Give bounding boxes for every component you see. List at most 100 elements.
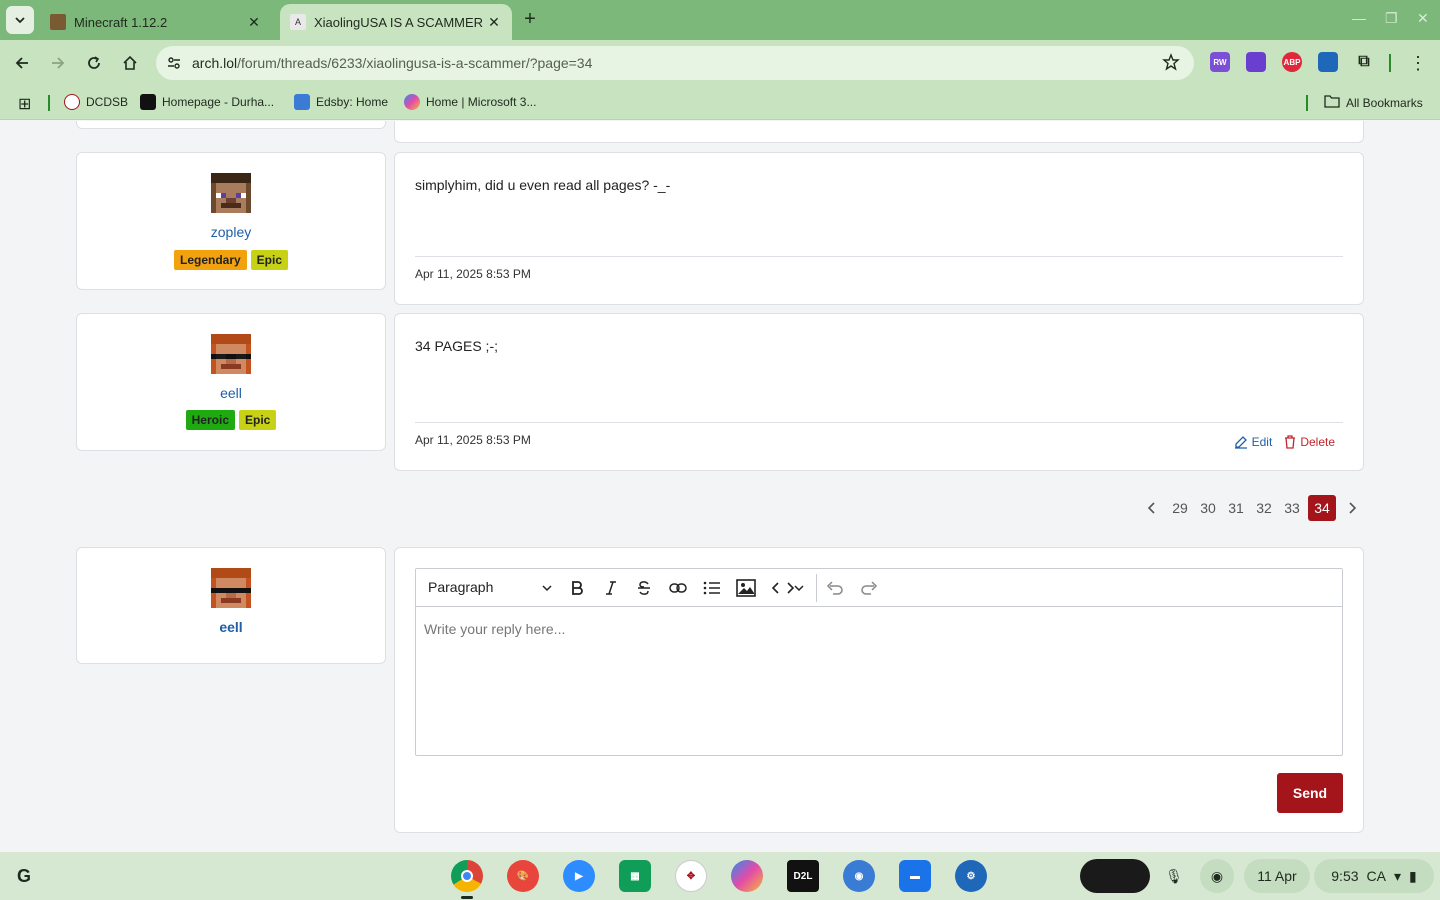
- extension-adblock-icon[interactable]: ABP: [1282, 52, 1302, 72]
- rank-badge: Epic: [250, 250, 289, 270]
- post-actions: Edit Delete: [1234, 435, 1335, 449]
- close-icon[interactable]: ✕: [246, 14, 262, 31]
- username-link[interactable]: zopley: [77, 224, 385, 240]
- settings-app-icon[interactable]: ⚙: [955, 860, 987, 892]
- link-icon: [669, 583, 687, 593]
- reload-button[interactable]: [82, 51, 106, 75]
- dcdsb-app-icon[interactable]: ✥: [675, 860, 707, 892]
- strikethrough-button[interactable]: [633, 577, 655, 599]
- bookmark-edsby[interactable]: Edsby: Home: [294, 94, 388, 110]
- chrome-app-icon[interactable]: [451, 860, 483, 892]
- d2l-app-icon[interactable]: D2L: [787, 860, 819, 892]
- extension-blue-icon[interactable]: [1318, 52, 1338, 72]
- input-locale: CA: [1366, 868, 1386, 884]
- folder-icon: [1324, 94, 1340, 111]
- menu-kebab-icon[interactable]: ⋮: [1406, 51, 1430, 75]
- bookmarks-bar: ⊞ DCDSB Homepage - Durha... Edsby: Home …: [0, 86, 1440, 120]
- bookmark-label: Home | Microsoft 3...: [426, 95, 537, 109]
- address-bar[interactable]: arch.lol/forum/threads/6233/xiaolingusa-…: [156, 46, 1194, 80]
- avatar[interactable]: [211, 568, 251, 608]
- bold-button[interactable]: [566, 577, 588, 599]
- new-tab-button[interactable]: +: [518, 8, 542, 32]
- date-pill[interactable]: 11 Apr: [1244, 859, 1310, 893]
- copilot-app-icon[interactable]: [731, 860, 763, 892]
- extension-purple-icon[interactable]: [1246, 52, 1266, 72]
- page-link[interactable]: 32: [1252, 495, 1276, 521]
- window-close-button[interactable]: ✕: [1417, 10, 1429, 27]
- tab-forum-thread[interactable]: A XiaolingUSA IS A SCAMMER - A ✕: [280, 4, 512, 40]
- bookmark-dcdsb[interactable]: DCDSB: [64, 94, 128, 110]
- site-info-icon[interactable]: [166, 55, 182, 74]
- minimize-button[interactable]: —: [1352, 10, 1366, 26]
- apps-grid-icon[interactable]: ⊞: [18, 94, 31, 114]
- post-author-card: zopley Legendary Epic: [76, 152, 386, 290]
- status-tray[interactable]: 9:53 CA ▾ ▮: [1314, 859, 1434, 893]
- post-timestamp: Apr 11, 2025 8:53 PM: [415, 433, 531, 447]
- paragraph-format-select[interactable]: Paragraph: [428, 579, 552, 595]
- user-badges: Heroic Epic: [77, 410, 385, 430]
- insert-image-button[interactable]: [735, 577, 757, 599]
- bookmark-microsoft[interactable]: Home | Microsoft 3...: [404, 94, 536, 110]
- current-page[interactable]: 34: [1308, 495, 1336, 521]
- page-link[interactable]: 30: [1196, 495, 1220, 521]
- avatar[interactable]: [211, 334, 251, 374]
- screen-capture-pill[interactable]: [1080, 859, 1150, 893]
- edit-button[interactable]: Edit: [1234, 435, 1272, 449]
- home-button[interactable]: [118, 51, 142, 75]
- rank-badge: Legendary: [173, 250, 247, 270]
- extensions-puzzle-icon[interactable]: ⧉: [1354, 52, 1374, 72]
- bookmark-label: Homepage - Durha...: [162, 95, 275, 109]
- italic-button[interactable]: [600, 577, 622, 599]
- media-controls-icon[interactable]: ◉: [1200, 859, 1234, 893]
- tab-title: Minecraft 1.12.2: [74, 14, 168, 30]
- minecraft-icon: [50, 14, 66, 30]
- extension-rw-icon[interactable]: RW: [1210, 52, 1230, 72]
- code-block-button[interactable]: [768, 577, 808, 599]
- undo-button[interactable]: [824, 577, 846, 599]
- prev-page-button[interactable]: [1140, 495, 1164, 521]
- edsby-app-icon[interactable]: ◉: [843, 860, 875, 892]
- d2l-icon: [140, 94, 156, 110]
- tab-minecraft[interactable]: Minecraft 1.12.2 ✕: [40, 4, 272, 40]
- all-bookmarks-button[interactable]: All Bookmarks: [1324, 94, 1423, 111]
- page-link[interactable]: 33: [1280, 495, 1304, 521]
- avatar[interactable]: [211, 173, 251, 213]
- all-bookmarks-label: All Bookmarks: [1346, 95, 1423, 110]
- bulleted-list-button[interactable]: [701, 577, 723, 599]
- reply-author-card: eell: [76, 547, 386, 664]
- chevron-down-icon: [794, 585, 804, 592]
- post-author-card: eell Heroic Epic: [76, 313, 386, 451]
- maximize-button[interactable]: ❐: [1385, 10, 1398, 27]
- delete-label: Delete: [1300, 435, 1335, 449]
- reply-username[interactable]: eell: [77, 619, 385, 635]
- chevron-down-icon: [15, 17, 25, 24]
- tab-search-button[interactable]: [6, 6, 34, 34]
- forum-thread-page: zopley Legendary Epic simplyhim, did u e…: [0, 121, 1440, 852]
- close-icon[interactable]: ✕: [486, 14, 502, 31]
- page-link[interactable]: 29: [1168, 495, 1192, 521]
- next-page-button[interactable]: [1340, 495, 1364, 521]
- zoom-app-icon[interactable]: ▶: [563, 860, 595, 892]
- chevron-left-icon: [1147, 502, 1155, 514]
- delete-button[interactable]: Delete: [1284, 435, 1335, 449]
- redo-button[interactable]: [858, 577, 880, 599]
- launcher-button[interactable]: G: [8, 860, 40, 892]
- battery-icon: ▮: [1409, 867, 1417, 884]
- classroom-app-icon[interactable]: ▦: [619, 860, 651, 892]
- bookmark-homepage-durham[interactable]: Homepage - Durha...: [140, 94, 274, 110]
- files-app-icon[interactable]: ▬: [899, 860, 931, 892]
- microphone-icon[interactable]: 🎙: [1160, 859, 1188, 893]
- clock-time: 9:53: [1331, 868, 1359, 884]
- reply-form: Paragraph Write your reply here... Send: [394, 547, 1364, 833]
- username-link[interactable]: eell: [77, 385, 385, 401]
- link-button[interactable]: [667, 577, 689, 599]
- palette-app-icon[interactable]: 🎨: [507, 860, 539, 892]
- send-button[interactable]: Send: [1277, 773, 1343, 813]
- back-button[interactable]: [10, 51, 34, 75]
- reply-textarea[interactable]: Write your reply here...: [416, 607, 1342, 651]
- page-link[interactable]: 31: [1224, 495, 1248, 521]
- arrow-right-icon: [52, 57, 65, 69]
- bookmark-star-icon[interactable]: [1162, 53, 1180, 74]
- forward-button[interactable]: [46, 51, 70, 75]
- previous-post-userbox: [76, 121, 386, 129]
